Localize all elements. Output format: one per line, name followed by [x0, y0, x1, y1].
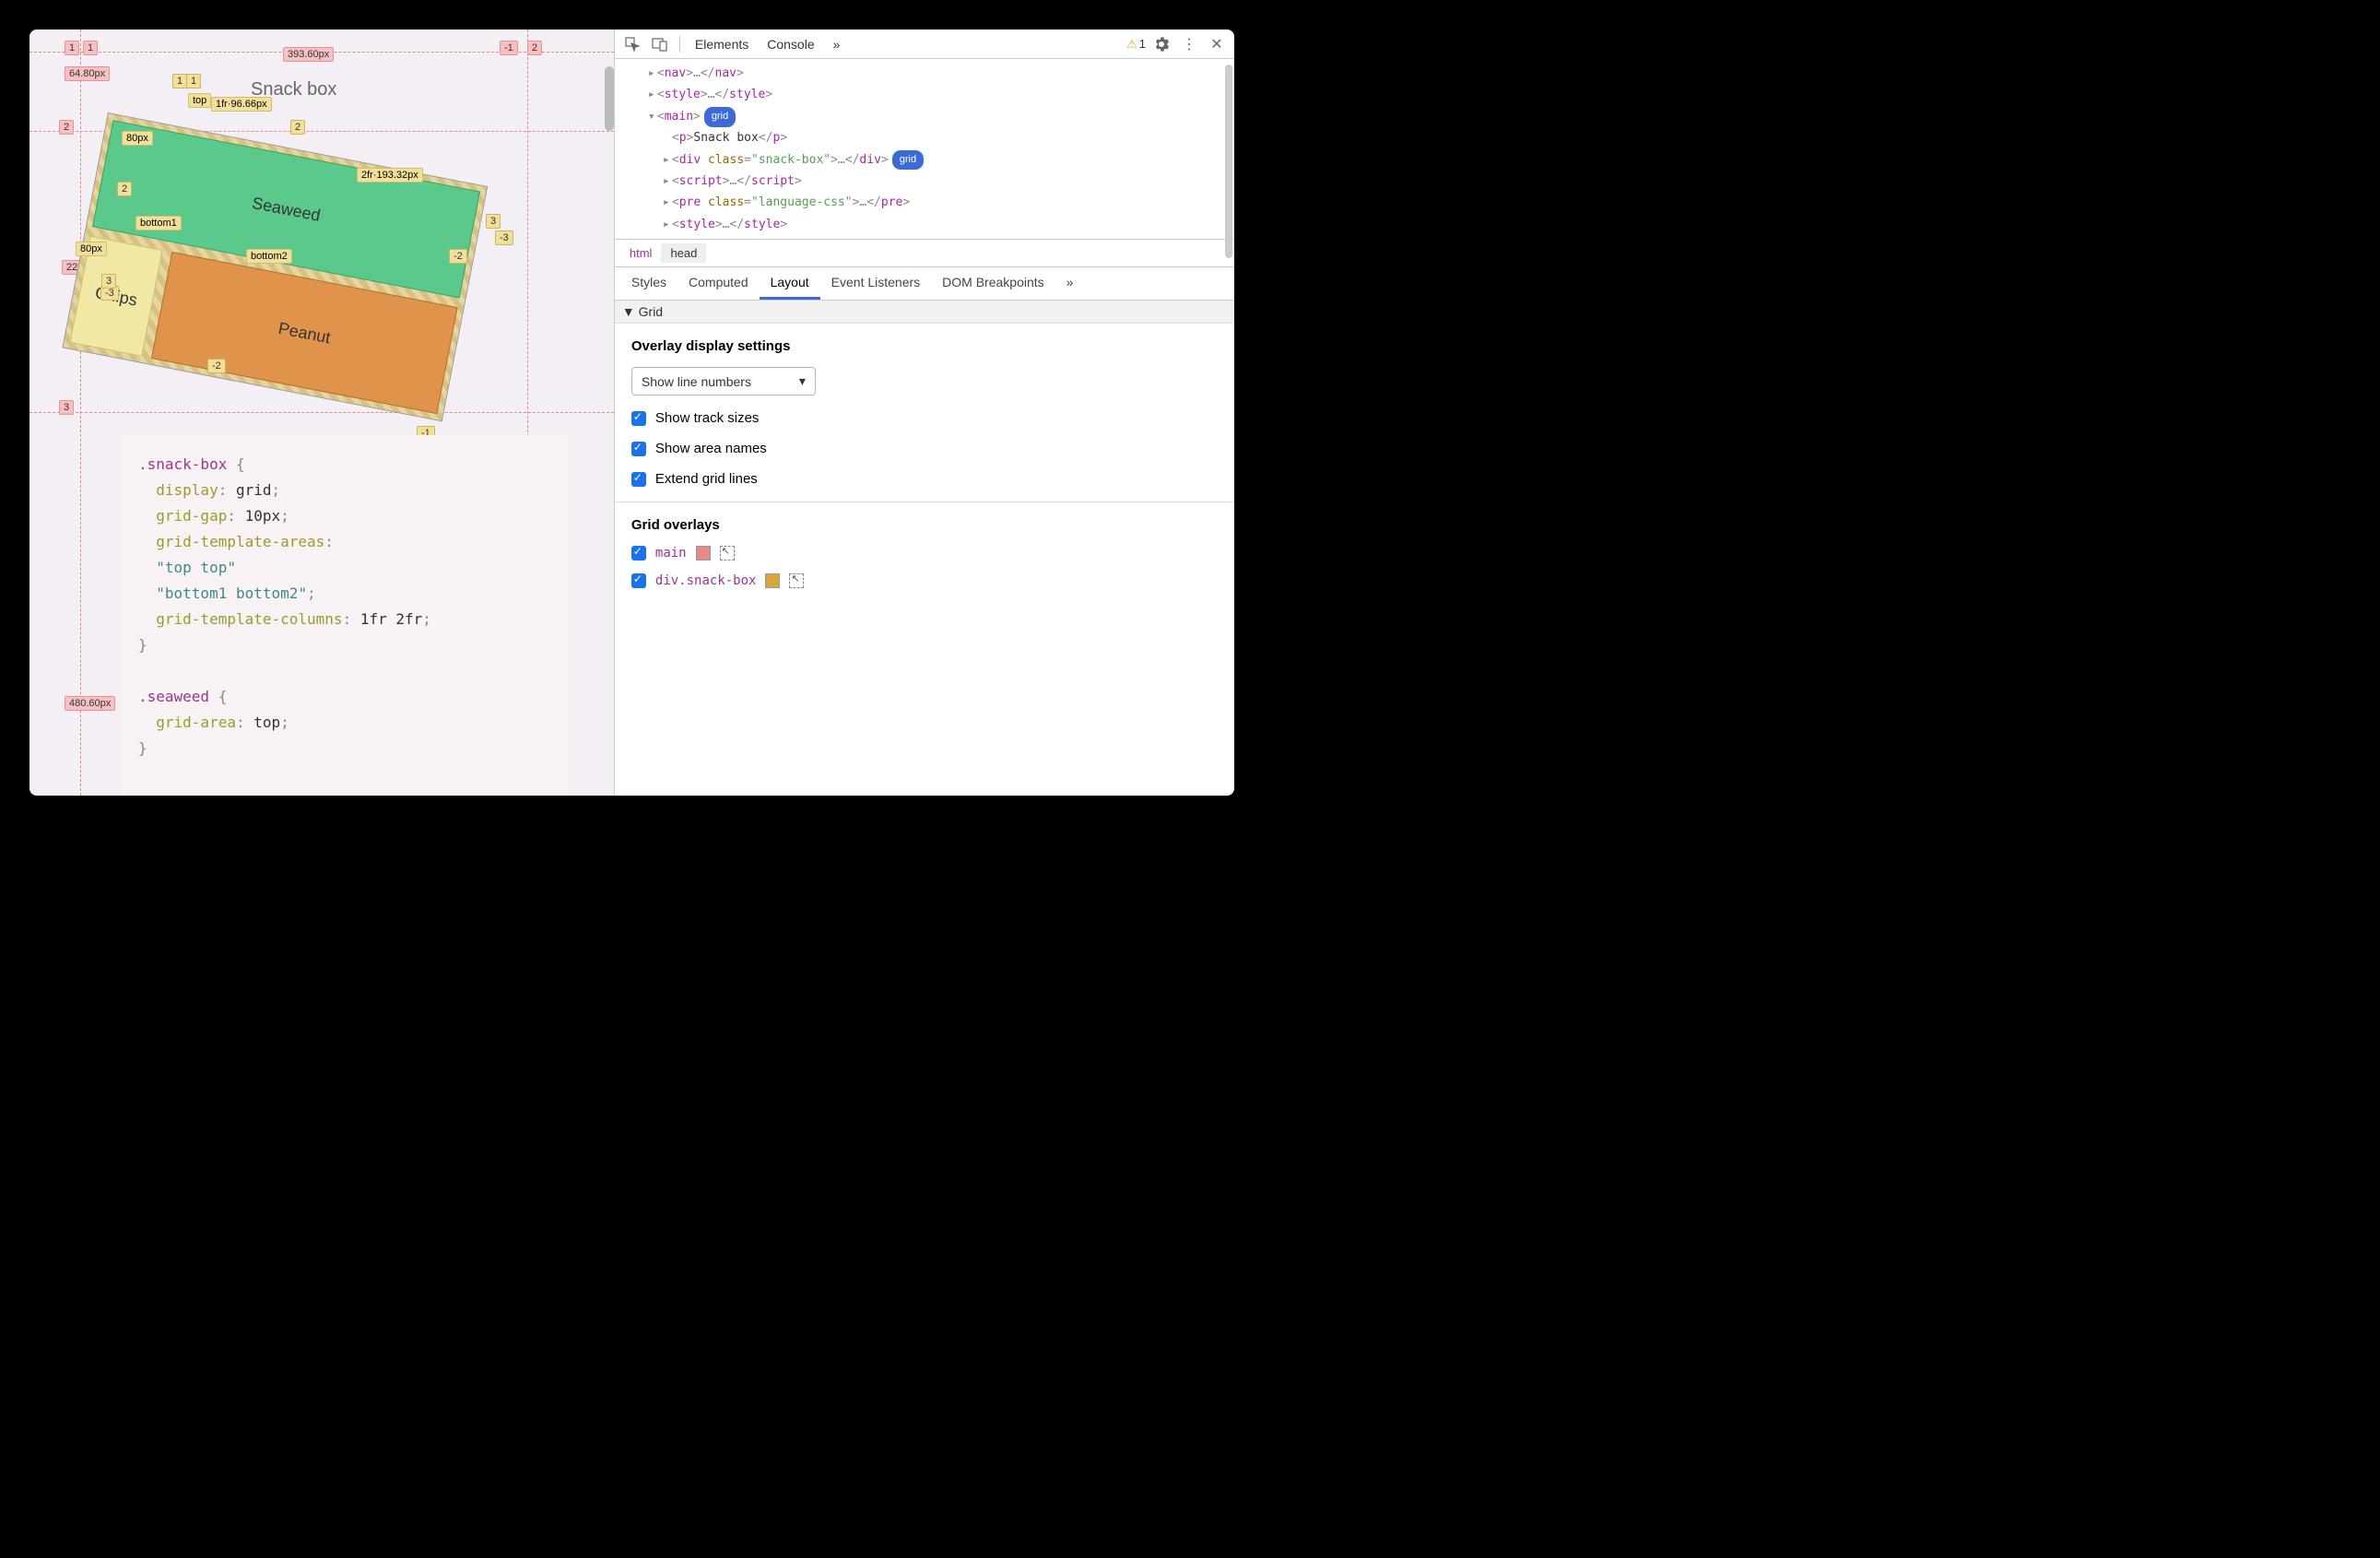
- area-label-top: top: [188, 93, 211, 108]
- tab-console[interactable]: Console: [760, 33, 821, 55]
- grid-line-num: 1: [172, 74, 187, 89]
- cb-track-sizes[interactable]: Show track sizes: [631, 410, 1218, 426]
- tab-elements[interactable]: Elements: [688, 33, 756, 55]
- select-value: Show line numbers: [642, 374, 751, 389]
- kebab-menu-icon[interactable]: ⋮: [1177, 32, 1201, 56]
- subtab-more[interactable]: »: [1055, 267, 1085, 300]
- dom-tree[interactable]: ▸<nav>…</nav> ▸<style>…</style> ▾<main>g…: [615, 59, 1234, 239]
- overlay-name[interactable]: main: [655, 546, 687, 561]
- issues-badge[interactable]: ⚠ 1: [1126, 37, 1146, 52]
- col-size-label: 393.60px: [283, 47, 334, 62]
- snack-box-grid: Seaweed Chips Peanut: [62, 112, 488, 421]
- highlight-icon[interactable]: [720, 546, 735, 561]
- area-label-bottom2: bottom2: [246, 249, 292, 264]
- checkbox-label: Show area names: [655, 441, 767, 456]
- subtab-computed[interactable]: Computed: [677, 267, 760, 300]
- color-swatch[interactable]: [696, 546, 711, 561]
- row-size-label: 64.80px: [65, 66, 110, 81]
- grid-overlays-title: Grid overlays: [631, 517, 1218, 533]
- subtab-layout[interactable]: Layout: [760, 267, 820, 300]
- close-icon[interactable]: ✕: [1205, 32, 1229, 56]
- dom-scrollbar[interactable]: [1225, 65, 1232, 258]
- overlay-settings-title: Overlay display settings: [631, 338, 1218, 354]
- track-label: 2fr·193.32px: [357, 168, 423, 183]
- grid-badge[interactable]: grid: [704, 107, 736, 127]
- inspect-icon[interactable]: [620, 32, 644, 56]
- devtools-panel: Elements Console » ⚠ 1 ⋮ ✕ ▸<nav>…</nav>…: [614, 30, 1234, 796]
- grid-section-header[interactable]: ▼ Grid: [615, 301, 1234, 324]
- checkbox-icon: [631, 411, 646, 426]
- subtab-dombreakpoints[interactable]: DOM Breakpoints: [931, 267, 1055, 300]
- devtools-window: 1 2 3 1 2 -1 64.80px 222px 480.60px 393.…: [29, 30, 1234, 796]
- gear-icon[interactable]: [1149, 32, 1173, 56]
- subtab-styles[interactable]: Styles: [620, 267, 677, 300]
- grid-col-number: 2: [527, 41, 542, 55]
- warning-icon: ⚠: [1126, 37, 1137, 52]
- grid-line-num: -2: [207, 359, 226, 373]
- devtools-toolbar: Elements Console » ⚠ 1 ⋮ ✕: [615, 30, 1234, 59]
- grid-row-number: 1: [83, 41, 98, 55]
- highlight-icon[interactable]: [789, 573, 804, 588]
- row-size-label: 480.60px: [65, 696, 115, 711]
- grid-line-num: 3: [101, 274, 116, 289]
- overlay-row-snackbox: div.snack-box: [631, 573, 1218, 588]
- css-code-block: .snack-box { display: grid; grid-gap: 10…: [122, 435, 568, 796]
- area-label-bottom1: bottom1: [135, 216, 182, 230]
- grid-line-num: 2: [117, 182, 132, 196]
- grid-badge[interactable]: grid: [892, 150, 924, 171]
- checkbox-label: Show track sizes: [655, 410, 760, 426]
- grid-line-num: -3: [495, 230, 513, 245]
- checkbox-icon: [631, 442, 646, 456]
- overlay-row-main: main: [631, 546, 1218, 561]
- issues-count: 1: [1139, 37, 1146, 51]
- grid-row-number: 2: [59, 120, 74, 135]
- grid-row-number: 3: [59, 400, 74, 415]
- grid-line-num: 3: [486, 214, 501, 229]
- cb-area-names[interactable]: Show area names: [631, 441, 1218, 456]
- subtab-eventlisteners[interactable]: Event Listeners: [820, 267, 932, 300]
- overlay-checkbox[interactable]: [631, 546, 646, 561]
- crumb-html[interactable]: html: [620, 243, 662, 263]
- line-number-select[interactable]: Show line numbers ▾: [631, 367, 816, 395]
- overlay-name[interactable]: div.snack-box: [655, 573, 757, 588]
- track-label: 1fr·96.66px: [211, 97, 272, 112]
- tab-more[interactable]: »: [826, 33, 848, 55]
- track-label: 80px: [76, 242, 107, 256]
- crumb-head[interactable]: head: [661, 243, 706, 263]
- chevron-down-icon: ▾: [799, 373, 806, 389]
- styles-subtabs: Styles Computed Layout Event Listeners D…: [615, 267, 1234, 301]
- grid-line-num: -2: [449, 249, 467, 264]
- checkbox-label: Extend grid lines: [655, 471, 758, 487]
- grid-line-num: 2: [290, 120, 305, 135]
- page-preview-pane: 1 2 3 1 2 -1 64.80px 222px 480.60px 393.…: [29, 30, 614, 796]
- track-label: 80px: [122, 131, 153, 146]
- grid-line-num: 1: [186, 74, 201, 89]
- overlay-checkbox[interactable]: [631, 573, 646, 588]
- breadcrumb: html head: [615, 239, 1234, 267]
- checkbox-icon: [631, 472, 646, 487]
- device-toggle-icon[interactable]: [648, 32, 672, 56]
- grid-col-number: 1: [65, 41, 79, 55]
- layout-section-body: Overlay display settings Show line numbe…: [615, 324, 1234, 616]
- cb-extend-lines[interactable]: Extend grid lines: [631, 471, 1218, 487]
- grid-col-number: -1: [500, 41, 518, 55]
- preview-scrollbar[interactable]: [605, 66, 614, 131]
- color-swatch[interactable]: [765, 573, 780, 588]
